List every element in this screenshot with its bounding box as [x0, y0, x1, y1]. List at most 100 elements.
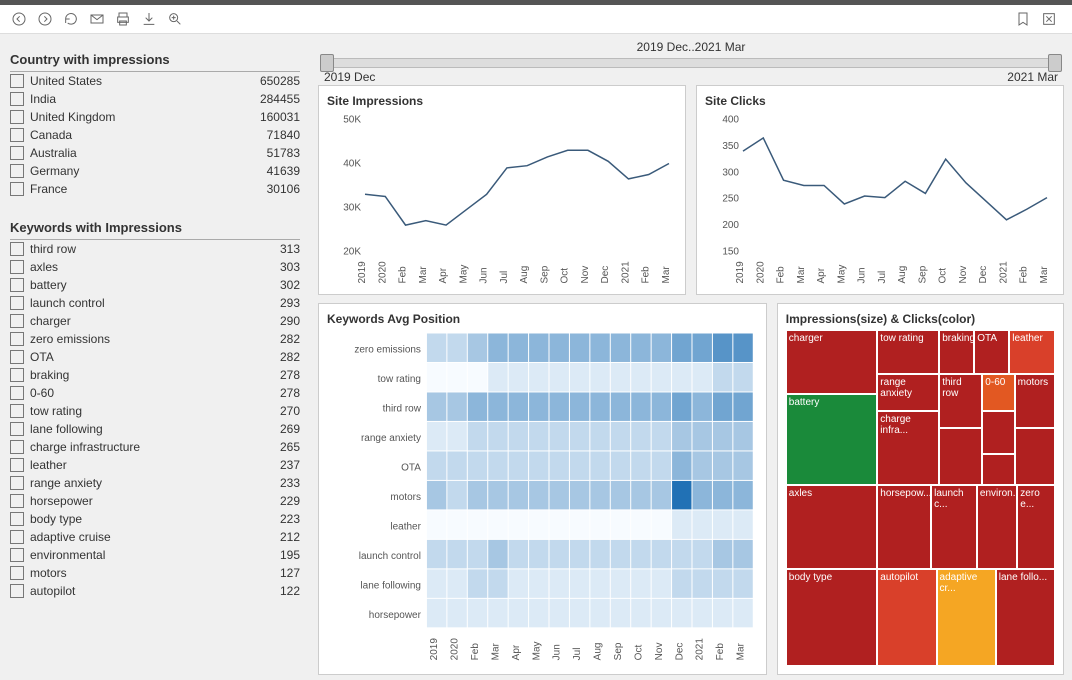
treemap-cell[interactable]: battery — [786, 394, 878, 485]
keyword-item-row[interactable]: battery302 — [10, 276, 300, 294]
checkbox[interactable] — [10, 164, 24, 178]
checkbox[interactable] — [10, 422, 24, 436]
keyword-item-row[interactable]: zero emissions282 — [10, 330, 300, 348]
svg-text:range anxiety: range anxiety — [361, 433, 421, 444]
checkbox[interactable] — [10, 296, 24, 310]
keyword-item-row[interactable]: horsepower229 — [10, 492, 300, 510]
svg-text:Aug: Aug — [593, 643, 604, 661]
checkbox[interactable] — [10, 548, 24, 562]
checkbox[interactable] — [10, 386, 24, 400]
svg-text:2020: 2020 — [450, 638, 461, 661]
checkbox[interactable] — [10, 332, 24, 346]
checkbox[interactable] — [10, 368, 24, 382]
country-item-row[interactable]: United Kingdom160031 — [10, 108, 300, 126]
svg-text:motors: motors — [390, 492, 421, 503]
keyword-item-row[interactable]: charge infrastructure265 — [10, 438, 300, 456]
country-item-row[interactable]: Australia51783 — [10, 144, 300, 162]
treemap-cell[interactable]: axles — [786, 485, 878, 569]
treemap-cell[interactable]: 0-60 — [982, 374, 1014, 411]
treemap-cell[interactable] — [982, 454, 1014, 484]
checkbox[interactable] — [10, 350, 24, 364]
checkbox[interactable] — [10, 182, 24, 196]
keyword-item-row[interactable]: third row313 — [10, 240, 300, 258]
checkbox[interactable] — [10, 404, 24, 418]
treemap-cell[interactable]: tow rating — [877, 330, 939, 374]
treemap-cell[interactable]: launch c... — [931, 485, 977, 569]
treemap-cell[interactable]: zero e... — [1017, 485, 1055, 569]
close-icon[interactable] — [1038, 8, 1060, 30]
keyword-item-row[interactable]: launch control293 — [10, 294, 300, 312]
treemap-cell[interactable]: OTA — [974, 330, 1009, 374]
checkbox[interactable] — [10, 530, 24, 544]
country-item-row[interactable]: India284455 — [10, 90, 300, 108]
keyword-item-row[interactable]: 0-60278 — [10, 384, 300, 402]
checkbox[interactable] — [10, 314, 24, 328]
checkbox[interactable] — [10, 260, 24, 274]
treemap-cell[interactable] — [982, 411, 1014, 455]
treemap-cell[interactable]: adaptive cr... — [937, 569, 996, 666]
checkbox[interactable] — [10, 242, 24, 256]
treemap-cell[interactable] — [1015, 428, 1055, 485]
keyword-item-row[interactable]: braking278 — [10, 366, 300, 384]
treemap-cell[interactable]: motors — [1015, 374, 1055, 428]
checkbox[interactable] — [10, 74, 24, 88]
keyword-item-row[interactable]: body type223 — [10, 510, 300, 528]
keyword-item-row[interactable]: range anxiety233 — [10, 474, 300, 492]
checkbox[interactable] — [10, 92, 24, 106]
svg-text:May: May — [458, 265, 469, 284]
country-item-value: 51783 — [267, 146, 300, 160]
treemap-cell[interactable]: charge infra... — [877, 411, 939, 485]
keyword-item-row[interactable]: lane following269 — [10, 420, 300, 438]
treemap-cell[interactable]: autopilot — [877, 569, 936, 666]
checkbox[interactable] — [10, 566, 24, 580]
treemap-cell[interactable]: horsepow... — [877, 485, 931, 569]
keyword-item-row[interactable]: autopilot122 — [10, 582, 300, 600]
treemap-cell[interactable]: body type — [786, 569, 878, 666]
download-icon[interactable] — [138, 8, 160, 30]
treemap-cell[interactable] — [939, 428, 982, 485]
keyword-item-row[interactable]: motors127 — [10, 564, 300, 582]
keyword-item-label: braking — [30, 368, 280, 382]
checkbox[interactable] — [10, 584, 24, 598]
checkbox[interactable] — [10, 110, 24, 124]
treemap-cell[interactable]: range anxiety — [877, 374, 939, 411]
keyword-item-row[interactable]: charger290 — [10, 312, 300, 330]
treemap-cell[interactable]: third row — [939, 374, 982, 428]
treemap-cell[interactable]: braking — [939, 330, 974, 374]
checkbox[interactable] — [10, 278, 24, 292]
keyword-item-row[interactable]: tow rating270 — [10, 402, 300, 420]
country-item-label: Australia — [30, 146, 267, 160]
refresh-icon[interactable] — [60, 8, 82, 30]
keyword-item-row[interactable]: OTA282 — [10, 348, 300, 366]
slider-track[interactable] — [324, 58, 1058, 68]
keyword-item-row[interactable]: axles303 — [10, 258, 300, 276]
checkbox[interactable] — [10, 146, 24, 160]
keyword-item-label: adaptive cruise — [30, 530, 280, 544]
checkbox[interactable] — [10, 440, 24, 454]
keyword-item-row[interactable]: adaptive cruise212 — [10, 528, 300, 546]
checkbox[interactable] — [10, 512, 24, 526]
country-item-row[interactable]: United States650285 — [10, 72, 300, 90]
keyword-item-value: 282 — [280, 332, 300, 346]
bookmark-icon[interactable] — [1012, 8, 1034, 30]
checkbox[interactable] — [10, 458, 24, 472]
forward-icon[interactable] — [34, 8, 56, 30]
checkbox[interactable] — [10, 128, 24, 142]
treemap-cell[interactable]: lane follo... — [996, 569, 1055, 666]
keyword-item-row[interactable]: environmental195 — [10, 546, 300, 564]
country-item-row[interactable]: France30106 — [10, 180, 300, 198]
country-item-row[interactable]: Canada71840 — [10, 126, 300, 144]
treemap-cell[interactable]: charger — [786, 330, 878, 394]
country-item-row[interactable]: Germany41639 — [10, 162, 300, 180]
back-icon[interactable] — [8, 8, 30, 30]
checkbox[interactable] — [10, 476, 24, 490]
treemap-cell[interactable]: environ... — [977, 485, 1017, 569]
treemap-cell[interactable]: leather — [1009, 330, 1055, 374]
zoom-icon[interactable] — [164, 8, 186, 30]
checkbox[interactable] — [10, 494, 24, 508]
mail-icon[interactable] — [86, 8, 108, 30]
keyword-item-label: environmental — [30, 548, 280, 562]
keyword-item-row[interactable]: leather237 — [10, 456, 300, 474]
print-icon[interactable] — [112, 8, 134, 30]
time-range-slider[interactable]: 2019 Dec..2021 Mar 2019 Dec 2021 Mar — [318, 40, 1064, 77]
